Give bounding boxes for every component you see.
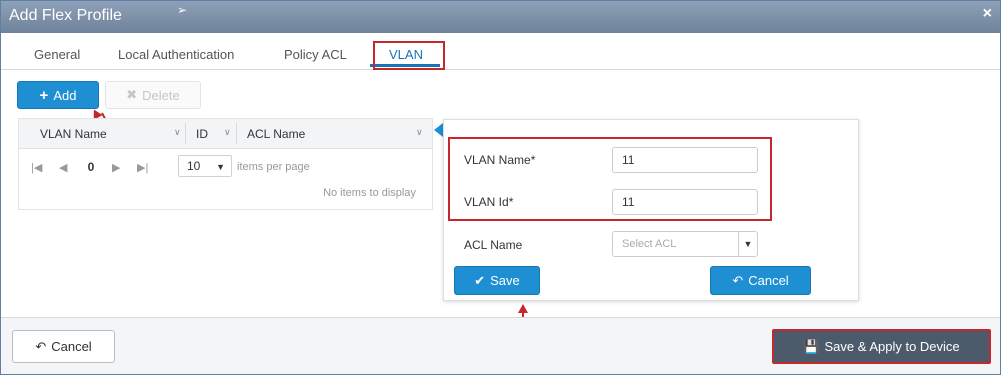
prev-page-icon[interactable]: ◀: [59, 161, 67, 174]
items-per-page-select[interactable]: 10 ▼: [178, 155, 232, 177]
tab-local-authentication[interactable]: Local Authentication: [118, 47, 234, 62]
column-divider: [236, 123, 237, 144]
vlan-grid: VLAN Name ∨ ID ∨ ACL Name ∨ |◀ ◀ 0 ▶ ▶| …: [18, 118, 433, 210]
save-apply-label: Save & Apply to Device: [824, 339, 960, 354]
tab-policy-acl[interactable]: Policy ACL: [284, 47, 347, 62]
next-page-icon[interactable]: ▶: [112, 161, 120, 174]
acl-select-placeholder: Select ACL: [622, 238, 677, 250]
annotation-arrowhead-save: [518, 304, 528, 313]
vlan-tab-highlight: [373, 41, 445, 70]
x-icon: ✖: [126, 87, 138, 102]
empty-grid-message: No items to display: [323, 187, 416, 199]
chevron-down-icon[interactable]: ∨: [224, 127, 231, 138]
save-button[interactable]: ✔ Save: [454, 266, 540, 295]
cancel-button[interactable]: ↶ Cancel: [12, 330, 115, 363]
tab-bar: General Local Authentication Policy ACL …: [1, 39, 1000, 70]
delete-button-label: Delete: [142, 87, 180, 103]
add-flex-profile-dialog: Add Flex Profile ➢ × General Local Authe…: [0, 0, 1001, 375]
vlan-name-label: VLAN Name*: [464, 153, 536, 167]
undo-icon: ↶: [35, 338, 47, 354]
column-acl-name[interactable]: ACL Name: [247, 127, 305, 141]
panel-cancel-button[interactable]: ↶ Cancel: [710, 266, 811, 295]
undo-icon: ↶: [732, 272, 744, 288]
dialog-title: Add Flex Profile: [9, 7, 122, 24]
cancel-button-label: Cancel: [51, 339, 92, 354]
chevron-down-icon[interactable]: ∨: [416, 127, 423, 138]
acl-name-select[interactable]: Select ACL ▼: [612, 231, 758, 257]
add-button[interactable]: + Add: [17, 81, 99, 109]
panel-pointer: [434, 123, 443, 137]
items-per-page-label: items per page: [237, 161, 310, 173]
dialog-footer: ↶ Cancel 💾 Save & Apply to Device: [1, 317, 1000, 374]
save-button-label: Save: [490, 273, 520, 288]
mouse-cursor-icon: ➢: [177, 3, 188, 17]
column-divider: [185, 123, 186, 144]
vlan-id-input[interactable]: 11: [612, 189, 758, 215]
tab-general[interactable]: General: [34, 47, 80, 62]
dropdown-arrow-icon: ▼: [738, 232, 757, 256]
panel-cancel-label: Cancel: [748, 273, 789, 288]
grid-header: VLAN Name ∨ ID ∨ ACL Name ∨: [19, 119, 432, 149]
close-icon[interactable]: ×: [983, 5, 992, 23]
save-disk-icon: 💾: [803, 338, 820, 354]
dropdown-arrow-icon: ▼: [216, 162, 225, 172]
save-apply-to-device-button[interactable]: 💾 Save & Apply to Device: [772, 329, 991, 364]
column-id[interactable]: ID: [196, 127, 208, 141]
check-icon: ✔: [474, 272, 486, 288]
chevron-down-icon[interactable]: ∨: [174, 127, 181, 138]
vlan-name-input[interactable]: 11: [612, 147, 758, 173]
plus-icon: +: [39, 86, 49, 104]
title-bar: Add Flex Profile ➢ ×: [1, 1, 1000, 33]
vlan-id-label: VLAN Id*: [464, 195, 514, 209]
items-per-page-value: 10: [187, 159, 201, 173]
last-page-icon[interactable]: ▶|: [137, 161, 148, 174]
delete-button[interactable]: ✖ Delete: [105, 81, 201, 109]
add-button-label: Add: [53, 87, 77, 103]
acl-name-label: ACL Name: [464, 238, 523, 252]
first-page-icon[interactable]: |◀: [31, 161, 42, 174]
column-vlan-name[interactable]: VLAN Name: [40, 127, 107, 141]
current-page: 0: [87, 160, 95, 174]
